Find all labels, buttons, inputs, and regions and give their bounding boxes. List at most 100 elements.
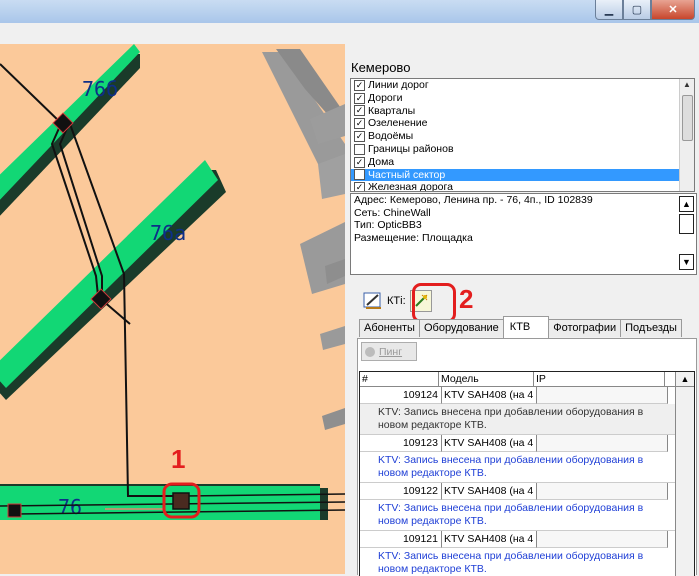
info-scroll-down-icon[interactable]: ▼ <box>679 254 694 270</box>
cell-model: KTV SAH408 (на 4 <box>442 531 537 548</box>
layer-checkbox[interactable]: ✓ <box>354 131 365 143</box>
layer-item[interactable]: ✓ Железная дорога <box>351 181 694 192</box>
side-panel: Кемерово ✓ Линии дорог ✓ Дороги ✓ Кварталы ✓ Оз… <box>345 44 699 576</box>
cell-model: KTV SAH408 (на 4 <box>442 435 537 452</box>
header-model[interactable]: Модель <box>439 372 534 386</box>
layer-checkbox[interactable]: ✓ <box>354 182 365 191</box>
cell-id: 109123 <box>360 435 442 452</box>
tab-4[interactable]: Подъезды <box>620 319 682 337</box>
layer-checkbox[interactable]: ✓ <box>354 105 365 117</box>
layer-checkbox[interactable]: ✓ <box>354 118 365 130</box>
cell-id: 109122 <box>360 483 442 500</box>
row-note: KTV: Запись внесена при добавлении обору… <box>360 404 694 435</box>
building-shadow <box>320 488 328 520</box>
callout-ring-2 <box>412 283 456 323</box>
row-note: KTV: Запись внесена при добавлении обору… <box>360 452 694 483</box>
layer-checkbox[interactable]: ✓ <box>354 156 365 168</box>
layer-item[interactable]: ✓ Линии дорог <box>351 79 694 92</box>
cell-ip <box>537 387 668 404</box>
object-info: Адрес: Кемерово, Ленина пр. - 76, 4п., I… <box>350 193 697 275</box>
selected-map-node[interactable] <box>172 492 190 510</box>
map-view[interactable]: 76б 76а 76 1 <box>0 44 345 574</box>
info-scroll-track[interactable] <box>679 214 694 234</box>
layer-item[interactable]: ✓ Водоёмы <box>351 130 694 143</box>
layer-label: Кварталы <box>368 104 416 117</box>
edit-icon[interactable] <box>363 291 383 311</box>
layer-label: Дома <box>368 155 395 168</box>
minimize-icon: ▁ <box>604 4 614 16</box>
maximize-button[interactable]: ▢ <box>623 0 651 20</box>
kti-label: КТі: <box>387 295 406 307</box>
info-placement: Размещение: Площадка <box>354 231 473 244</box>
callout-number-2: 2 <box>459 284 474 314</box>
info-network: Сеть: ChineWall <box>354 206 431 219</box>
table-header: # Модель IP <box>360 372 694 387</box>
cell-id: 109121 <box>360 531 442 548</box>
table-row[interactable]: 109122 KTV SAH408 (на 4 <box>360 483 694 500</box>
map-canvas[interactable]: 76б 76а 76 1 <box>0 44 345 574</box>
map-node[interactable] <box>7 503 22 518</box>
callout-number-1: 1 <box>171 444 185 474</box>
layer-label: Водоёмы <box>368 130 414 143</box>
tab-0[interactable]: Абоненты <box>359 319 420 337</box>
layer-checkbox[interactable]: ✓ <box>354 92 365 104</box>
layer-label: Границы районов <box>368 142 454 155</box>
tab-1[interactable]: Оборудование <box>418 319 504 337</box>
maximize-icon: ▢ <box>631 4 643 16</box>
close-button[interactable]: ✕ <box>651 0 695 20</box>
layer-checkbox[interactable]: ✓ <box>354 169 365 181</box>
layer-items: ✓ Линии дорог ✓ Дороги ✓ Кварталы ✓ Озеленение ✓… <box>351 79 694 192</box>
layers-list[interactable]: ✓ Линии дорог ✓ Дороги ✓ Кварталы ✓ Озеленение ✓… <box>350 78 695 192</box>
layers-scrollbar[interactable]: ▲ <box>679 79 694 191</box>
building-label: 76а <box>150 221 186 245</box>
table-row[interactable]: 109121 KTV SAH408 (на 4 <box>360 531 694 548</box>
cell-ip <box>537 531 668 548</box>
tab-strip: Абоненты Оборудование КТВ Фотографии Подъезд… <box>359 316 682 338</box>
minimize-button[interactable]: ▁ <box>595 0 623 20</box>
info-scroll-up-icon[interactable]: ▲ <box>679 196 694 212</box>
table-row[interactable]: 109124 KTV SAH408 (на 4 <box>360 387 694 404</box>
table-row[interactable]: 109123 KTV SAH408 (на 4 <box>360 435 694 452</box>
layer-item[interactable]: ✓ Частный сектор <box>351 168 680 182</box>
table-body: 109124 KTV SAH408 (на 4 KTV: Запись внесен… <box>360 387 694 576</box>
building-label: 76 <box>58 495 82 519</box>
scroll-thumb[interactable] <box>682 95 693 141</box>
table-scroll-up-icon[interactable]: ▲ <box>676 372 694 387</box>
tab-panel-ktv: Пинг # Модель IP 109124 KTV SAH408 (на 4K… <box>357 338 697 576</box>
building-label: 76б <box>82 77 118 101</box>
title-bar: ▁ ▢ ✕ <box>0 0 699 23</box>
layer-item[interactable]: ✓ Озеленение <box>351 117 694 130</box>
ping-icon <box>365 346 375 357</box>
ping-label: Пинг <box>379 345 403 358</box>
layer-item[interactable]: Границы районов <box>351 143 694 156</box>
layer-label: Линии дорог <box>368 79 429 91</box>
row-note: KTV: Запись внесена при добавлении обору… <box>360 548 694 576</box>
cell-model: KTV SAH408 (на 4 <box>442 483 537 500</box>
layer-item[interactable]: ✓ Дороги <box>351 92 694 105</box>
layer-label: Дороги <box>368 91 403 104</box>
cell-id: 109124 <box>360 387 442 404</box>
tab-3[interactable]: Фотографии <box>548 319 622 337</box>
row-note: KTV: Запись внесена при добавлении обору… <box>360 500 694 531</box>
layer-item[interactable]: ✓ Кварталы <box>351 105 694 118</box>
scroll-up-icon[interactable]: ▲ <box>680 79 694 91</box>
layer-label: Частный сектор <box>368 168 446 181</box>
cell-model: KTV SAH408 (на 4 <box>442 387 537 404</box>
cell-ip <box>537 483 668 500</box>
menu-bar <box>0 23 699 45</box>
layer-item[interactable]: ✓ Дома <box>351 156 694 169</box>
layers-title: Кемерово <box>351 60 411 75</box>
equipment-table[interactable]: # Модель IP 109124 KTV SAH408 (на 4 KTV: З… <box>359 371 695 576</box>
info-address: Адрес: Кемерово, Ленина пр. - 76, 4п., I… <box>354 194 593 206</box>
layer-label: Озеленение <box>368 117 428 130</box>
layer-label: Железная дорога <box>368 181 453 192</box>
table-scrollbar[interactable]: ▲ <box>675 372 694 576</box>
header-id[interactable]: # <box>360 372 439 386</box>
ping-button[interactable]: Пинг <box>361 342 417 361</box>
header-ip[interactable]: IP <box>534 372 665 386</box>
tab-2[interactable]: КТВ <box>502 316 550 338</box>
layer-checkbox[interactable]: ✓ <box>354 79 365 91</box>
window-controls: ▁ ▢ ✕ <box>595 0 695 20</box>
close-icon: ✕ <box>668 4 678 16</box>
layer-checkbox[interactable] <box>354 143 365 155</box>
